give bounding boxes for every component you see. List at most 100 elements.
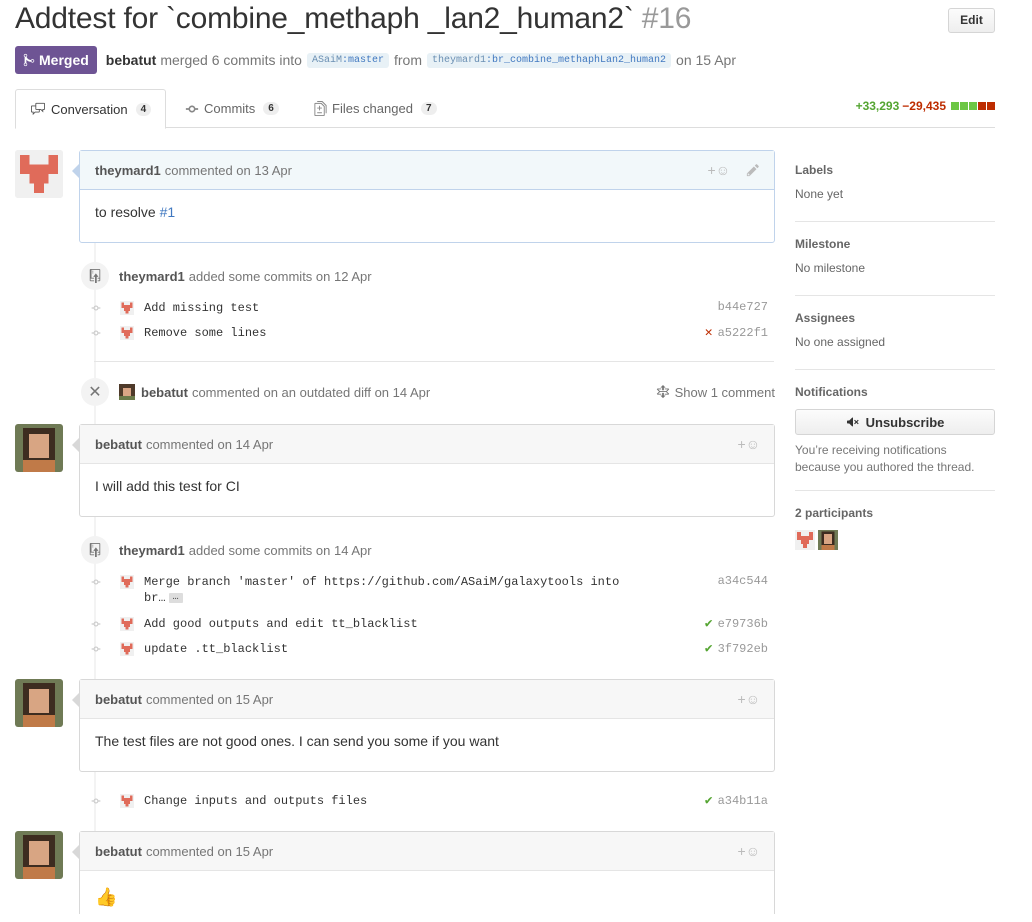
issue-link[interactable]: #1 <box>160 204 176 220</box>
comment-2: bebatut commented on 14 Apr +☺ I will ad… <box>72 424 775 517</box>
diffstat[interactable]: +33,293 −29,435 <box>856 99 995 113</box>
commit-author-avatar[interactable] <box>120 326 134 340</box>
comment-author[interactable]: bebatut <box>95 437 142 452</box>
tab-files-count: 7 <box>420 102 437 115</box>
tab-commits[interactable]: Commits 6 <box>171 89 293 128</box>
commit-message[interactable]: Merge branch 'master' of https://github.… <box>144 572 619 606</box>
sidebar-labels-value: None yet <box>795 187 844 201</box>
comment-author[interactable]: bebatut <box>95 692 142 707</box>
tab-conversation-count: 4 <box>135 102 152 116</box>
comment-date[interactable]: commented on 14 Apr <box>146 437 273 452</box>
comment-author[interactable]: bebatut <box>95 844 142 859</box>
git-commit-icon <box>88 298 104 318</box>
git-commit-icon <box>88 572 104 592</box>
commit-sha[interactable]: ✔ 3f792eb <box>705 641 768 656</box>
comment-discussion-icon <box>31 102 45 116</box>
commit-sha[interactable]: b44e727 <box>713 300 768 314</box>
event-author[interactable]: theymard1 <box>119 269 185 284</box>
comment-2-body: I will add this test for CI <box>95 478 240 494</box>
head-branch-owner: theymard1 <box>432 54 487 66</box>
comment-4-header: bebatut commented on 15 Apr +☺ <box>80 832 774 871</box>
sidebar-participants: 2 participants <box>795 506 995 550</box>
diffstat-block-add <box>960 102 968 110</box>
unsubscribe-button[interactable]: Unsubscribe <box>795 409 995 435</box>
sidebar-milestone-value: No milestone <box>795 261 866 275</box>
commit-author-avatar[interactable] <box>120 575 134 589</box>
pencil-icon[interactable] <box>746 163 760 177</box>
commit-sha[interactable]: ✔ a34b11a <box>705 793 768 808</box>
edit-button[interactable]: Edit <box>948 8 995 33</box>
sidebar-labels[interactable]: Labels None yet <box>795 163 995 222</box>
comment-2-header: bebatut commented on 14 Apr +☺ <box>80 425 774 464</box>
comment-3: bebatut commented on 15 Apr +☺ The test … <box>72 679 775 772</box>
commit-sha[interactable]: ✕ a5222f1 <box>705 325 768 340</box>
success-check-icon[interactable]: ✔ <box>705 793 713 808</box>
commit-sha[interactable]: a34c544 <box>718 574 768 588</box>
participant-avatar-theymard1[interactable] <box>795 530 815 550</box>
avatar-bebatut-small[interactable] <box>119 384 135 400</box>
comment-date[interactable]: commented on 15 Apr <box>146 692 273 707</box>
expand-message-button[interactable]: … <box>168 592 183 603</box>
comment-author[interactable]: theymard1 <box>95 163 161 178</box>
commit-sha[interactable]: ✔ e79736b <box>705 616 768 631</box>
commit-author-avatar[interactable] <box>120 301 134 315</box>
merger-author-link[interactable]: bebatut <box>106 52 157 68</box>
event-commits-added-2: theymard1 added some commits on 14 Apr <box>81 535 372 565</box>
commit-author-avatar[interactable] <box>120 794 134 808</box>
event-outdated-diff: ✕ bebatut commented on an outdated diff … <box>81 377 775 407</box>
pr-title-text: Addtest for `combine_methaph _lan2_human… <box>15 2 634 35</box>
show-comment-button[interactable]: Show 1 comment <box>656 385 775 400</box>
event-author[interactable]: theymard1 <box>119 543 185 558</box>
add-reaction-icon[interactable]: +☺ <box>738 843 760 859</box>
avatar-bebatut-photo <box>15 831 63 879</box>
comment-1-body: to resolve #1 <box>80 190 774 234</box>
failure-x-icon[interactable]: ✕ <box>705 325 713 340</box>
diffstat-block-add <box>969 102 977 110</box>
avatar-theymard1[interactable] <box>15 150 63 198</box>
commit-message[interactable]: Add good outputs and edit tt_blacklist <box>144 614 418 632</box>
comment-date[interactable]: commented on 13 Apr <box>165 163 292 178</box>
commit-row: Change inputs and outputs files ✔ a34b11a <box>88 791 768 811</box>
success-check-icon[interactable]: ✔ <box>705 641 713 656</box>
event-author[interactable]: bebatut <box>141 385 188 400</box>
avatar-bebatut[interactable] <box>15 831 63 879</box>
add-reaction-icon[interactable]: +☺ <box>708 162 730 178</box>
comment-actions: +☺ <box>738 436 760 452</box>
tab-files-label: Files changed <box>332 101 413 116</box>
sidebar-assignees[interactable]: Assignees No one assigned <box>795 311 995 370</box>
participants-title: 2 participants <box>795 506 874 520</box>
commit-author-avatar[interactable] <box>120 642 134 656</box>
notification-reason: You’re receiving notifications because y… <box>795 443 975 474</box>
git-commit-icon <box>88 323 104 343</box>
commit-message[interactable]: Change inputs and outputs files <box>144 791 367 809</box>
avatar-bebatut[interactable] <box>15 679 63 727</box>
pr-title: Addtest for `combine_methaph _lan2_human… <box>15 2 691 36</box>
sidebar-milestone[interactable]: Milestone No milestone <box>795 237 995 296</box>
event-commits-added-1: theymard1 added some commits on 12 Apr <box>81 261 372 291</box>
success-check-icon[interactable]: ✔ <box>705 616 713 631</box>
commit-sha-text: a34b11a <box>717 793 768 808</box>
tab-conversation[interactable]: Conversation 4 <box>15 89 167 129</box>
head-branch[interactable]: theymard1:br_combine_methaphLan2_human2 <box>427 52 672 68</box>
add-reaction-icon[interactable]: +☺ <box>738 436 760 452</box>
sidebar-milestone-title: Milestone <box>795 237 851 251</box>
commit-sha-text: 3f792eb <box>717 641 768 656</box>
commit-message[interactable]: update .tt_blacklist <box>144 639 288 657</box>
avatar-bebatut[interactable] <box>15 424 63 472</box>
git-commit-icon <box>88 791 104 811</box>
comment-date[interactable]: commented on 15 Apr <box>146 844 273 859</box>
base-branch[interactable]: ASaiM:master <box>306 52 389 68</box>
x-icon: ✕ <box>81 378 109 406</box>
commit-author-avatar[interactable] <box>120 617 134 631</box>
from-text: from <box>394 52 422 68</box>
commit-message[interactable]: Remove some lines <box>144 323 266 341</box>
participant-avatar-bebatut[interactable] <box>818 530 838 550</box>
comment-actions: +☺ <box>738 843 760 859</box>
repo-push-icon <box>81 262 109 290</box>
diffstat-block-add <box>951 102 959 110</box>
commit-message[interactable]: Add missing test <box>144 298 259 316</box>
merged-state-badge: Merged <box>15 46 97 74</box>
tab-files-changed[interactable]: Files changed 7 <box>300 89 451 128</box>
show-comment-label: Show 1 comment <box>674 384 775 400</box>
add-reaction-icon[interactable]: +☺ <box>738 691 760 707</box>
